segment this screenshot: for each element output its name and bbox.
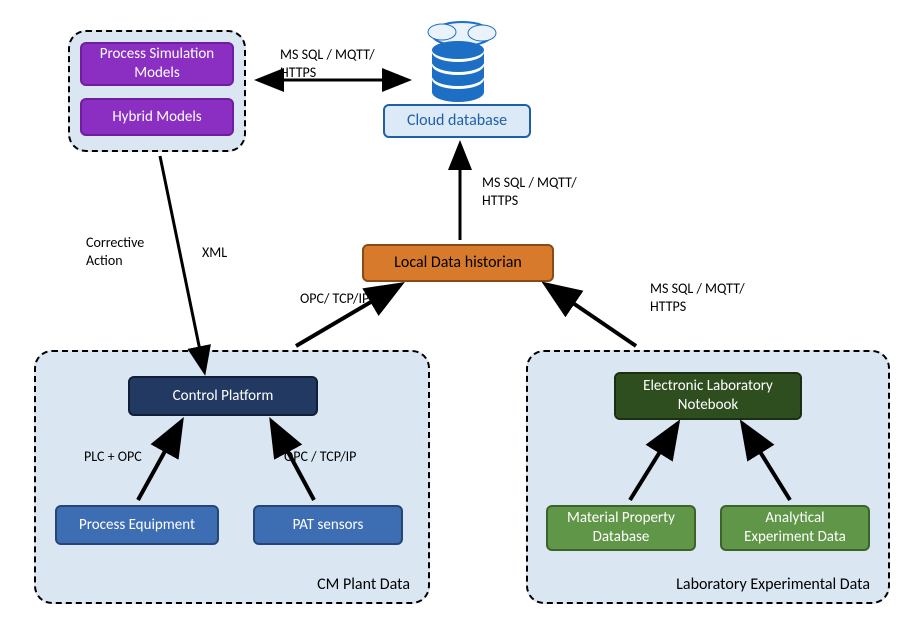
edge-label-models-to-cloud: MS SQL / MQTT/ HTTPS — [280, 46, 390, 81]
arrow-lab-to-historian — [548, 286, 636, 346]
edge-label-pat-to-control: OPC / TCP/IP — [284, 448, 356, 466]
edge-label-corrective-action: Corrective Action — [86, 234, 166, 269]
pat-sensors-node: PAT sensors — [253, 505, 403, 545]
control-platform-node: Control Platform — [128, 376, 318, 416]
analytical-data-label: Analytical Experiment Data — [730, 509, 860, 547]
eln-label: Electronic Laboratory Notebook — [624, 377, 792, 415]
process-equipment-label: Process Equipment — [79, 516, 195, 535]
edge-label-cm-to-historian: OPC/ TCP/IP — [300, 290, 369, 308]
analytical-data-node: Analytical Experiment Data — [720, 505, 870, 551]
material-db-label: Material Property Database — [556, 509, 686, 547]
local-data-historian-label: Local Data historian — [394, 253, 522, 273]
material-db-node: Material Property Database — [546, 505, 696, 551]
edge-label-equip-to-control: PLC + OPC — [84, 448, 142, 466]
eln-node: Electronic Laboratory Notebook — [614, 372, 802, 420]
edge-label-historian-to-cloud: MS SQL / MQTT/ HTTPS — [482, 174, 592, 209]
lab-data-group-label: Laboratory Experimental Data — [676, 575, 870, 594]
hybrid-models-label: Hybrid Models — [112, 108, 201, 127]
pat-sensors-label: PAT sensors — [293, 516, 364, 535]
control-platform-label: Control Platform — [173, 387, 274, 406]
cloud-database-label: Cloud database — [407, 111, 507, 131]
arrow-models-to-control — [160, 156, 204, 370]
cm-plant-group-label: CM Plant Data — [317, 575, 410, 594]
database-icon — [412, 16, 504, 102]
process-simulation-models-label: Process Simulation Models — [90, 45, 224, 83]
hybrid-models-node: Hybrid Models — [80, 98, 234, 136]
local-data-historian-node: Local Data historian — [362, 244, 554, 282]
process-equipment-node: Process Equipment — [55, 505, 219, 545]
process-simulation-models-node: Process Simulation Models — [80, 42, 234, 86]
cloud-database-node: Cloud database — [383, 104, 531, 138]
edge-label-xml: XML — [202, 244, 227, 262]
edge-label-lab-to-historian: MS SQL / MQTT/ HTTPS — [650, 280, 760, 315]
